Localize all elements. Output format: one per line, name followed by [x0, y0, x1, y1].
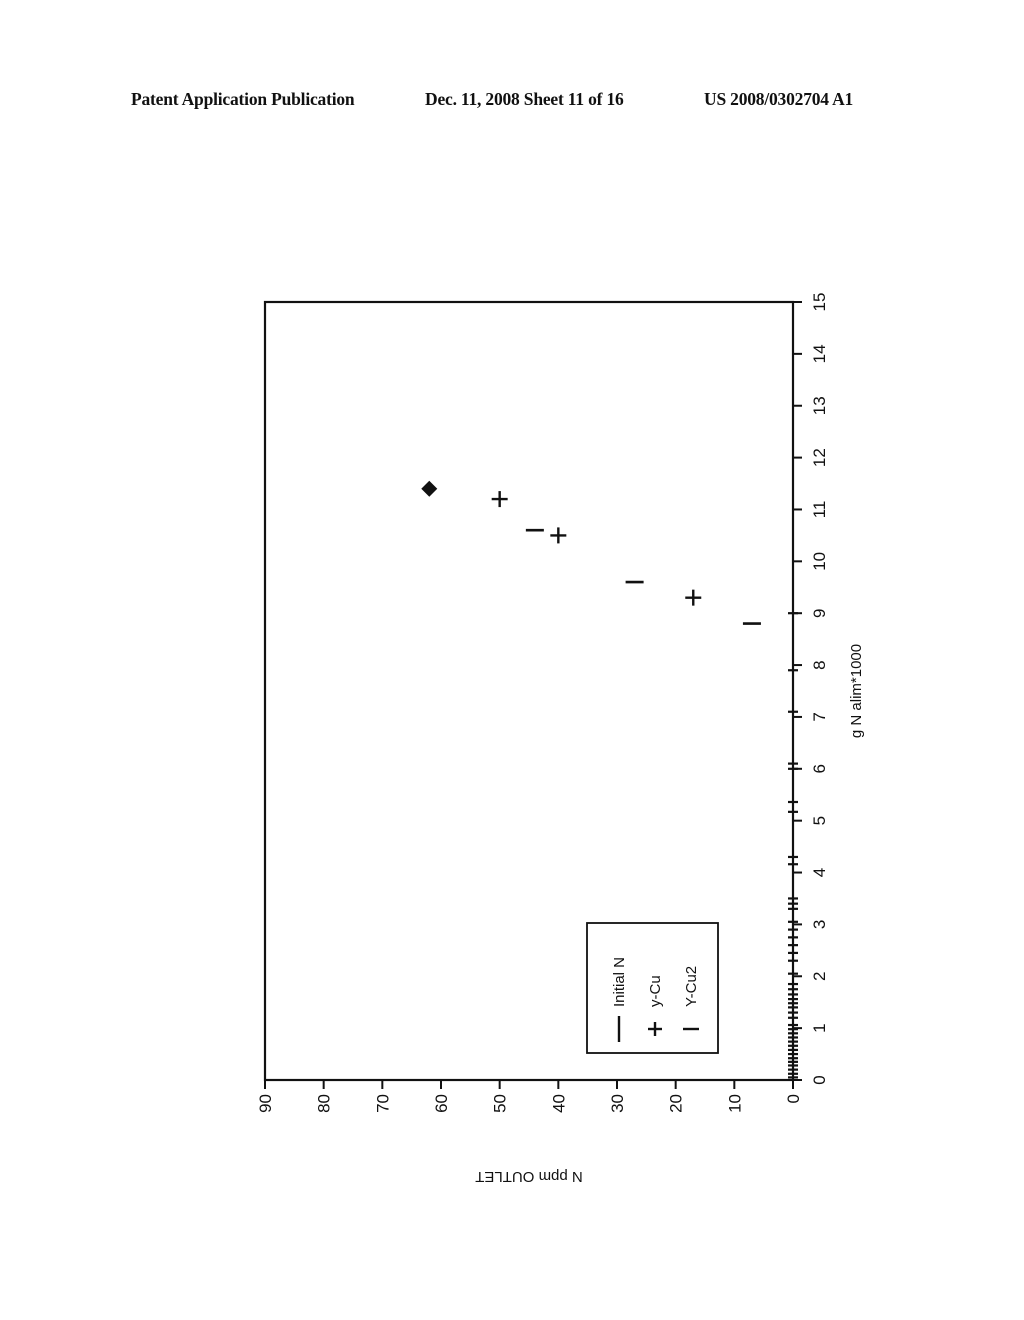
- y-tick-label: 40: [549, 1094, 568, 1113]
- x-axis-title: g N alim*1000: [848, 644, 865, 738]
- y-tick-label: 90: [256, 1094, 275, 1113]
- y-tick-label: 10: [725, 1094, 744, 1113]
- header-publication-label: Patent Application Publication: [131, 89, 355, 109]
- y-tick-label: 0: [784, 1094, 803, 1103]
- y-tick-label: 50: [491, 1094, 510, 1113]
- point-y-cu: [550, 527, 567, 544]
- header-patent-number: US 2008/0302704 A1: [704, 89, 854, 109]
- point-y-cu: [491, 491, 508, 508]
- x-tick-label: 3: [810, 920, 829, 929]
- y-tick-label: 30: [608, 1094, 627, 1113]
- x-tick-label: 12: [810, 448, 829, 467]
- point-y-cu: [685, 589, 702, 606]
- x-tick-label: 0: [810, 1075, 829, 1084]
- legend-label: Y-Cu2: [683, 966, 700, 1007]
- x-tick-label: 6: [810, 764, 829, 773]
- x-tick-label: 8: [810, 660, 829, 669]
- legend-label: y-Cu: [647, 975, 664, 1007]
- x-tick-label: 4: [810, 868, 829, 877]
- x-tick-label: 14: [810, 344, 829, 363]
- y-tick-label: 60: [432, 1094, 451, 1113]
- figure-caption: FIG. 11: [894, 661, 900, 805]
- y-axis-title: N ppm OUTLET: [475, 1168, 583, 1185]
- point-highlight: [421, 480, 438, 497]
- x-tick-label: 2: [810, 972, 829, 981]
- x-tick-label: 10: [810, 552, 829, 571]
- legend: Initial N y-Cu Y-Cu2: [586, 922, 719, 1054]
- y-tick-label: 70: [373, 1094, 392, 1113]
- scatter-chart: 0123456789101112131415 01020304050607080…: [256, 293, 900, 1185]
- x-tick-label: 11: [810, 501, 829, 519]
- x-tick-label: 1: [810, 1023, 829, 1032]
- x-tick-label: 5: [810, 816, 829, 825]
- y-tick-label: 20: [667, 1094, 686, 1113]
- x-axis-ticks: 0123456789101112131415: [793, 293, 829, 1085]
- figure-rotated: 0 1 2 3 4 5 6 7 8 9 10 11 12 13 14 15 0 10 20 30 40 50 60 70 80…: [100, 140, 900, 1240]
- y-axis-ticks: 0 10 20 30 40 50 60 70 80 90: [256, 1080, 803, 1113]
- header-date-sheet: Dec. 11, 2008 Sheet 11 of 16: [425, 89, 624, 109]
- x-tick-label: 7: [810, 712, 829, 721]
- x-tick-label: 13: [810, 396, 829, 415]
- y-tick-label: 80: [315, 1094, 334, 1113]
- x-tick-label: 15: [810, 293, 829, 312]
- x-tick-label: 9: [810, 608, 829, 617]
- legend-label: Initial N: [611, 957, 628, 1007]
